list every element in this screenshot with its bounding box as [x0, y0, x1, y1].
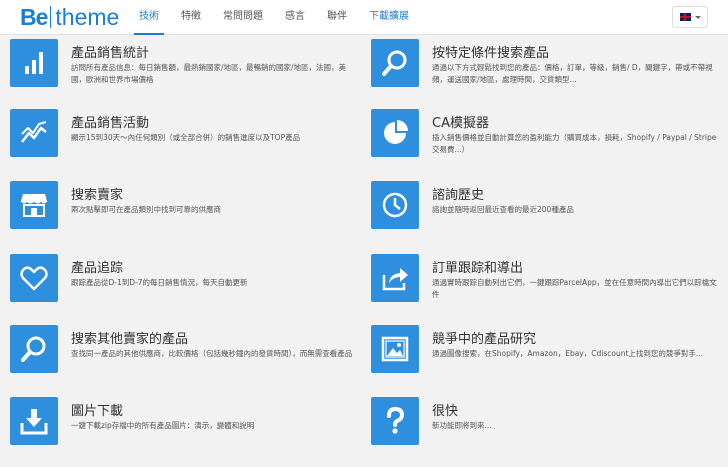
heart-icon — [10, 254, 58, 302]
feature-search-other-sellers-products: 搜索其他賣家的產品 查找同一產品的其他供應商，比較價格（包括幾秒鐘內的發貨時間）… — [10, 325, 355, 395]
pie-chart-icon — [371, 109, 419, 157]
feature-description: 新功能即將到來... — [432, 421, 492, 430]
feature-image-download: 圖片下載 一鍵下載zip存檔中的所有產品圖片：演示，變體和說明 — [10, 397, 355, 467]
feature-description: 通過實時跟踪自動列出它們，一鍵跟踪ParcelApp，並在任意時間內導出它們以踪… — [432, 278, 717, 299]
trend-line-icon — [10, 109, 58, 157]
feature-ca-simulator: CA模擬器 插入銷售價格並自動計算您的盈利能力（購買成本，損耗，Shopify … — [371, 109, 716, 179]
uk-flag-icon — [679, 13, 691, 21]
feature-description: 通過圖像搜索，在Shopify，Amazon，Ebay，Cdiscount上找到… — [432, 349, 704, 358]
feature-product-sales-activity: 產品銷售活動 顯示15到30天～內任何類別（或全部合併）的銷售進度以及TOP產品 — [10, 109, 355, 179]
feature-product-sales-stats: 產品銷售統計 訪問所有產品信息：每日銷售額，最熱銷國家/地區，最暢銷的國家/地區… — [10, 39, 355, 109]
feature-title: 產品銷售統計 — [71, 46, 150, 61]
nav-item-faq[interactable]: 常問問題 — [212, 0, 274, 34]
share-arrow-icon — [371, 254, 419, 302]
feature-description: 查找同一產品的其他供應商，比較價格（包括幾秒鐘內的發貨時間），而無需查看產品 — [71, 349, 353, 358]
top-navbar: Be theme 技術 特徵 常問問題 感言 聯伴 下載擴展 — [0, 0, 728, 35]
feature-description: 通過以下方式輕鬆找到您的產品：價格，訂單，等級，銷售/ D，關鍵字，帶或不帶視頻… — [432, 63, 713, 84]
feature-description: 一鍵下載zip存檔中的所有產品圖片：演示，變體和說明 — [71, 421, 255, 430]
magnifier-icon — [10, 325, 58, 373]
feature-title: 按特定條件搜索產品 — [432, 46, 550, 61]
bar-chart-icon — [10, 39, 58, 87]
main-nav: 技術 特徵 常問問題 感言 聯伴 下載擴展 — [128, 0, 420, 35]
feature-description: 諮詢並隨時返回最近查看的最近200種產品 — [432, 205, 574, 214]
chevron-down-icon — [694, 15, 701, 19]
image-search-icon — [371, 325, 419, 373]
betheme-logo[interactable]: Be theme — [20, 3, 119, 31]
feature-consult-history: 諮詢歷史 諮詢並隨時返回最近查看的最近200種產品 — [371, 181, 716, 251]
feature-description: 跟踪產品從D-1到D-7的每日銷售情況，每天自動更新 — [71, 278, 248, 287]
feature-title: 產品銷售活動 — [71, 116, 150, 131]
logo-be-text: Be — [20, 3, 48, 30]
question-icon — [371, 397, 419, 445]
logo-theme-text: theme — [55, 3, 120, 30]
feature-title: 很快 — [432, 404, 459, 419]
feature-title: 諮詢歷史 — [432, 188, 485, 203]
feature-competitor-product-research: 競爭中的產品研究 通過圖像搜索，在Shopify，Amazon，Ebay，Cdi… — [371, 325, 716, 395]
logo-separator — [50, 6, 52, 28]
feature-title: 競爭中的產品研究 — [432, 332, 537, 347]
feature-title: 搜索其他賣家的產品 — [71, 332, 189, 347]
language-selector[interactable] — [672, 6, 708, 28]
feature-title: CA模擬器 — [432, 116, 489, 131]
feature-description: 插入銷售價格並自動計算您的盈利能力（購買成本，損耗，Shopify / Payp… — [432, 133, 717, 154]
clock-icon — [371, 181, 419, 229]
magnifier-icon — [371, 39, 419, 87]
nav-item-testimonials[interactable]: 感言 — [274, 0, 316, 34]
feature-search-by-criteria: 按特定條件搜索產品 通過以下方式輕鬆找到您的產品：價格，訂單，等級，銷售/ D，… — [371, 39, 716, 109]
nav-item-features[interactable]: 特徵 — [170, 0, 212, 34]
store-icon — [10, 181, 58, 229]
feature-title: 搜索賣家 — [71, 188, 124, 203]
download-icon — [10, 397, 58, 445]
feature-description: 訪問所有產品信息：每日銷售額，最熱銷國家/地區，最暢銷的國家/地區，法國，美國，… — [71, 63, 347, 84]
nav-item-partners[interactable]: 聯伴 — [316, 0, 358, 34]
feature-title: 產品追踪 — [71, 261, 124, 276]
feature-title: 圖片下載 — [71, 404, 124, 419]
feature-description: 兩次點擊即可在產品類別中找到可靠的供應商 — [71, 205, 221, 214]
nav-item-download-extension[interactable]: 下載擴展 — [358, 0, 420, 34]
feature-search-sellers: 搜索賣家 兩次點擊即可在產品類別中找到可靠的供應商 — [10, 181, 355, 251]
feature-product-tracking: 產品追踪 跟踪產品從D-1到D-7的每日銷售情況，每天自動更新 — [10, 254, 355, 324]
nav-item-technology[interactable]: 技術 — [128, 0, 170, 35]
feature-order-tracking-export: 訂單跟踪和導出 通過實時跟踪自動列出它們，一鍵跟踪ParcelApp，並在任意時… — [371, 254, 717, 324]
feature-description: 顯示15到30天～內任何類別（或全部合併）的銷售進度以及TOP產品 — [71, 133, 301, 142]
feature-coming-soon: 很快 新功能即將到來... — [371, 397, 716, 467]
feature-title: 訂單跟踪和導出 — [432, 261, 524, 276]
